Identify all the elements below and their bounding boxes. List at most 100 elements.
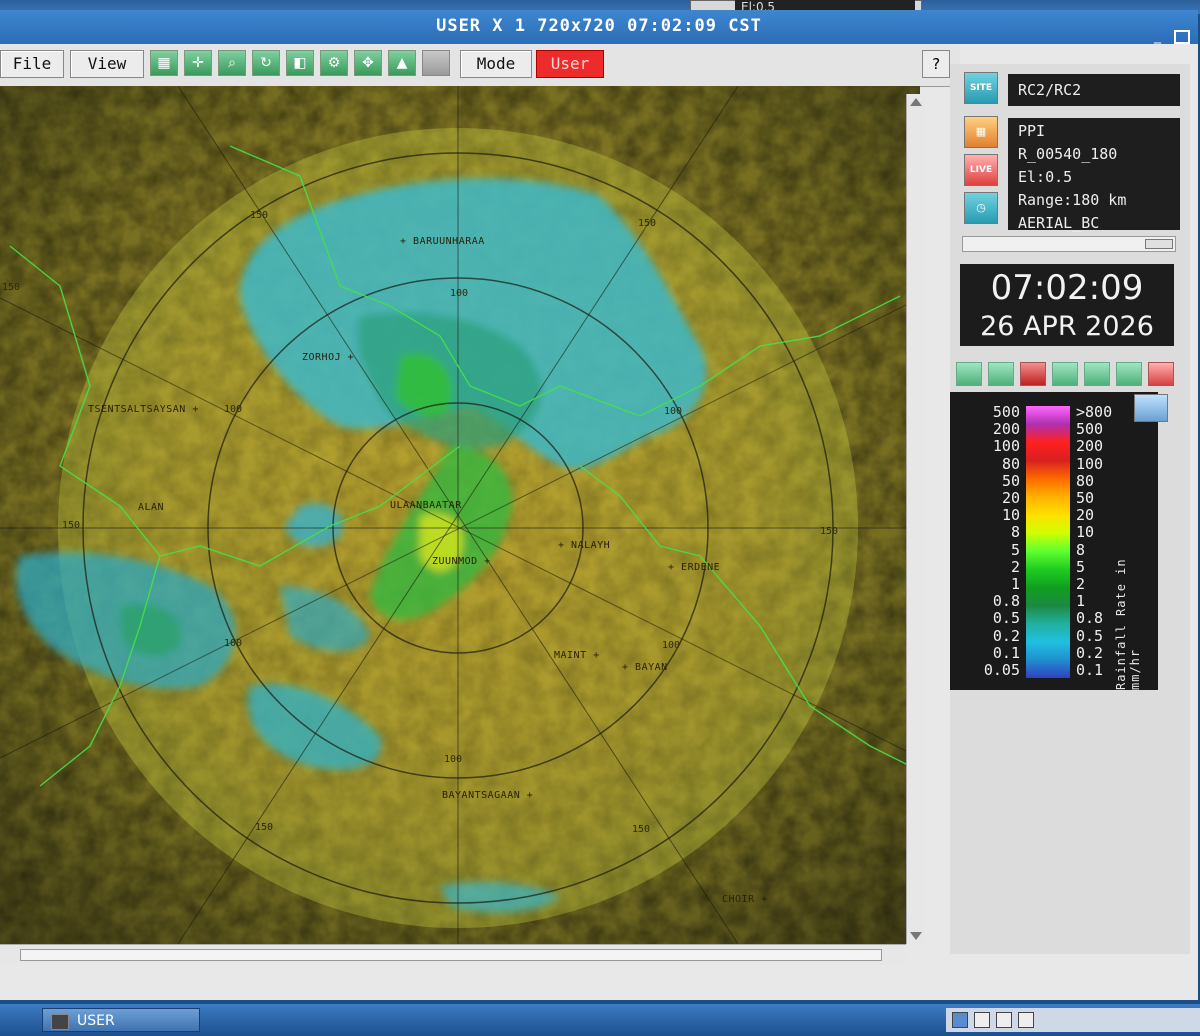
city-label: ZORHOJ + bbox=[302, 352, 355, 363]
legend-left-value: 200 bbox=[992, 420, 1020, 439]
stop-icon[interactable] bbox=[1020, 362, 1046, 386]
city-label: BAYANTSAGAAN + bbox=[442, 790, 534, 801]
taskbar-item[interactable]: USER bbox=[42, 1008, 200, 1032]
clock-date: 26 APR 2026 bbox=[980, 311, 1154, 342]
legend-right-value: 0.8 bbox=[1076, 609, 1104, 628]
overlay-icon[interactable]: ◧ bbox=[286, 50, 314, 76]
ring-label: 150 bbox=[2, 282, 21, 293]
city-label: + BAYAN bbox=[622, 662, 668, 673]
clock-icon[interactable]: ◷ bbox=[964, 192, 998, 224]
legend-right-value: 5 bbox=[1076, 557, 1086, 576]
legend-left-value: 0.05 bbox=[983, 661, 1020, 679]
tray-icon[interactable] bbox=[1018, 1012, 1034, 1028]
city-name: ERDENE bbox=[681, 562, 721, 573]
mode-label[interactable]: Mode bbox=[460, 50, 532, 78]
info-line: Range:180 km bbox=[1018, 191, 1127, 209]
ring-label: 100 bbox=[664, 406, 683, 417]
live-icon[interactable]: LIVE bbox=[964, 154, 998, 186]
minimize-icon[interactable]: _ bbox=[1154, 29, 1170, 43]
crosshair-icon[interactable]: ✛ bbox=[184, 50, 212, 76]
slider-knob[interactable] bbox=[1145, 239, 1173, 249]
play-back-icon[interactable] bbox=[956, 362, 982, 386]
side-panel: SITE RC2/RC2 ▦ LIVE ◷ PPI R_00540_180 El… bbox=[950, 64, 1190, 954]
city-name: ZORHOJ bbox=[302, 352, 342, 363]
taskbar-item-label: USER bbox=[77, 1013, 115, 1029]
title-bar[interactable]: USER X 1 720x720 07:02:09 CST _ bbox=[0, 10, 1198, 44]
product-info: PPI R_00540_180 El:0.5 Range:180 km AERI… bbox=[1008, 118, 1180, 232]
play-icon[interactable] bbox=[988, 362, 1014, 386]
step-back-icon[interactable] bbox=[1052, 362, 1078, 386]
info-line: PPI bbox=[1018, 122, 1046, 140]
legend-right-value: 100 bbox=[1076, 454, 1104, 473]
city-label: + BARUUNHARAA bbox=[400, 236, 485, 247]
legend-right-value: 1 bbox=[1076, 592, 1086, 611]
info-line: R_00540_180 bbox=[1018, 145, 1118, 163]
top-icon[interactable] bbox=[1116, 362, 1142, 386]
city-label: + ERDENE bbox=[668, 562, 721, 573]
legend-units: Rainfall Rate in mm/hr bbox=[1114, 558, 1142, 690]
pan-icon[interactable]: ✥ bbox=[354, 50, 382, 76]
blank-icon[interactable] bbox=[422, 50, 450, 76]
grid-icon[interactable]: ▦ bbox=[964, 116, 998, 148]
ring-label: 150 bbox=[638, 218, 657, 229]
loop-icon[interactable]: ↻ bbox=[252, 50, 280, 76]
city-name: BARUUNHARAA bbox=[413, 236, 485, 247]
legend-left-value: 0.1 bbox=[992, 643, 1020, 662]
city-name: CHOIR bbox=[722, 894, 755, 905]
radar-map[interactable]: 150 150 150 150 150 150 100 100 100 100 … bbox=[0, 86, 920, 944]
legend-left-value: 8 bbox=[1010, 523, 1020, 542]
radar-map-svg bbox=[0, 86, 920, 944]
ring-label: 100 bbox=[450, 288, 469, 299]
legend-left-value: 0.5 bbox=[992, 609, 1020, 628]
city-name: BAYAN bbox=[635, 662, 668, 673]
city-label: MAINT + bbox=[554, 650, 600, 661]
file-menu[interactable]: File bbox=[0, 50, 64, 78]
toolbar: File View ▦ ✛ ⌕ ↻ ◧ ⚙ ✥ ▲ Mode User ? bbox=[0, 44, 960, 87]
help-button[interactable]: ? bbox=[922, 50, 950, 78]
measure-icon[interactable]: ⚙ bbox=[320, 50, 348, 76]
layers-icon[interactable]: ▦ bbox=[150, 50, 178, 76]
zoom-icon[interactable]: ⌕ bbox=[218, 50, 246, 76]
legend-right-value: 2 bbox=[1076, 575, 1086, 593]
clock-time: 07:02:09 bbox=[990, 268, 1144, 308]
ring-label: 150 bbox=[250, 210, 269, 221]
legend-right-value: 0.2 bbox=[1076, 643, 1104, 662]
product-slider[interactable] bbox=[962, 236, 1176, 252]
product-name: RC2/RC2 bbox=[1008, 74, 1180, 106]
exit-icon[interactable] bbox=[1148, 362, 1174, 386]
scroll-thumb[interactable] bbox=[20, 949, 882, 961]
ring-label: 150 bbox=[62, 520, 81, 531]
maximize-icon[interactable] bbox=[1174, 30, 1190, 44]
terrain-icon[interactable]: ▲ bbox=[388, 50, 416, 76]
city-label: ALAN bbox=[138, 502, 164, 513]
view-menu[interactable]: View bbox=[70, 50, 144, 78]
window-icon bbox=[51, 1014, 69, 1030]
legend-left-value: 500 bbox=[992, 403, 1020, 421]
tray-icon[interactable] bbox=[996, 1012, 1012, 1028]
ring-label: 150 bbox=[255, 822, 274, 833]
legend-left-value: 100 bbox=[992, 437, 1020, 456]
ring-label: 100 bbox=[224, 638, 243, 649]
city-label: + NALAYH bbox=[558, 540, 611, 551]
scroll-down-icon[interactable] bbox=[910, 932, 922, 940]
legend-right-value: 500 bbox=[1076, 420, 1104, 439]
tray-icon[interactable] bbox=[952, 1012, 968, 1028]
palette-icon[interactable] bbox=[1134, 394, 1168, 422]
legend-left-value: 20 bbox=[1001, 489, 1020, 507]
vertical-scrollbar[interactable] bbox=[906, 94, 925, 944]
legend-right-value: >800 bbox=[1076, 403, 1113, 421]
legend-left-value: 0.2 bbox=[992, 626, 1020, 645]
horizontal-scrollbar[interactable] bbox=[0, 944, 906, 965]
legend-left-value: 0.8 bbox=[992, 592, 1020, 611]
city-name: TSENTSALTSAYSAN bbox=[88, 404, 186, 415]
city-label: ULAANBAATAR bbox=[390, 500, 462, 511]
legend-right-value: 10 bbox=[1076, 523, 1095, 542]
mode-value[interactable]: User bbox=[536, 50, 604, 78]
step-forward-icon[interactable] bbox=[1084, 362, 1110, 386]
tray-icon[interactable] bbox=[974, 1012, 990, 1028]
radar-window: USER X 1 720x720 07:02:09 CST _ File Vie… bbox=[0, 10, 1198, 1000]
clock-display: 07:02:09 26 APR 2026 bbox=[960, 264, 1174, 346]
taskbar: USER bbox=[0, 1004, 1200, 1036]
site-icon[interactable]: SITE bbox=[964, 72, 998, 104]
scroll-up-icon[interactable] bbox=[910, 98, 922, 106]
